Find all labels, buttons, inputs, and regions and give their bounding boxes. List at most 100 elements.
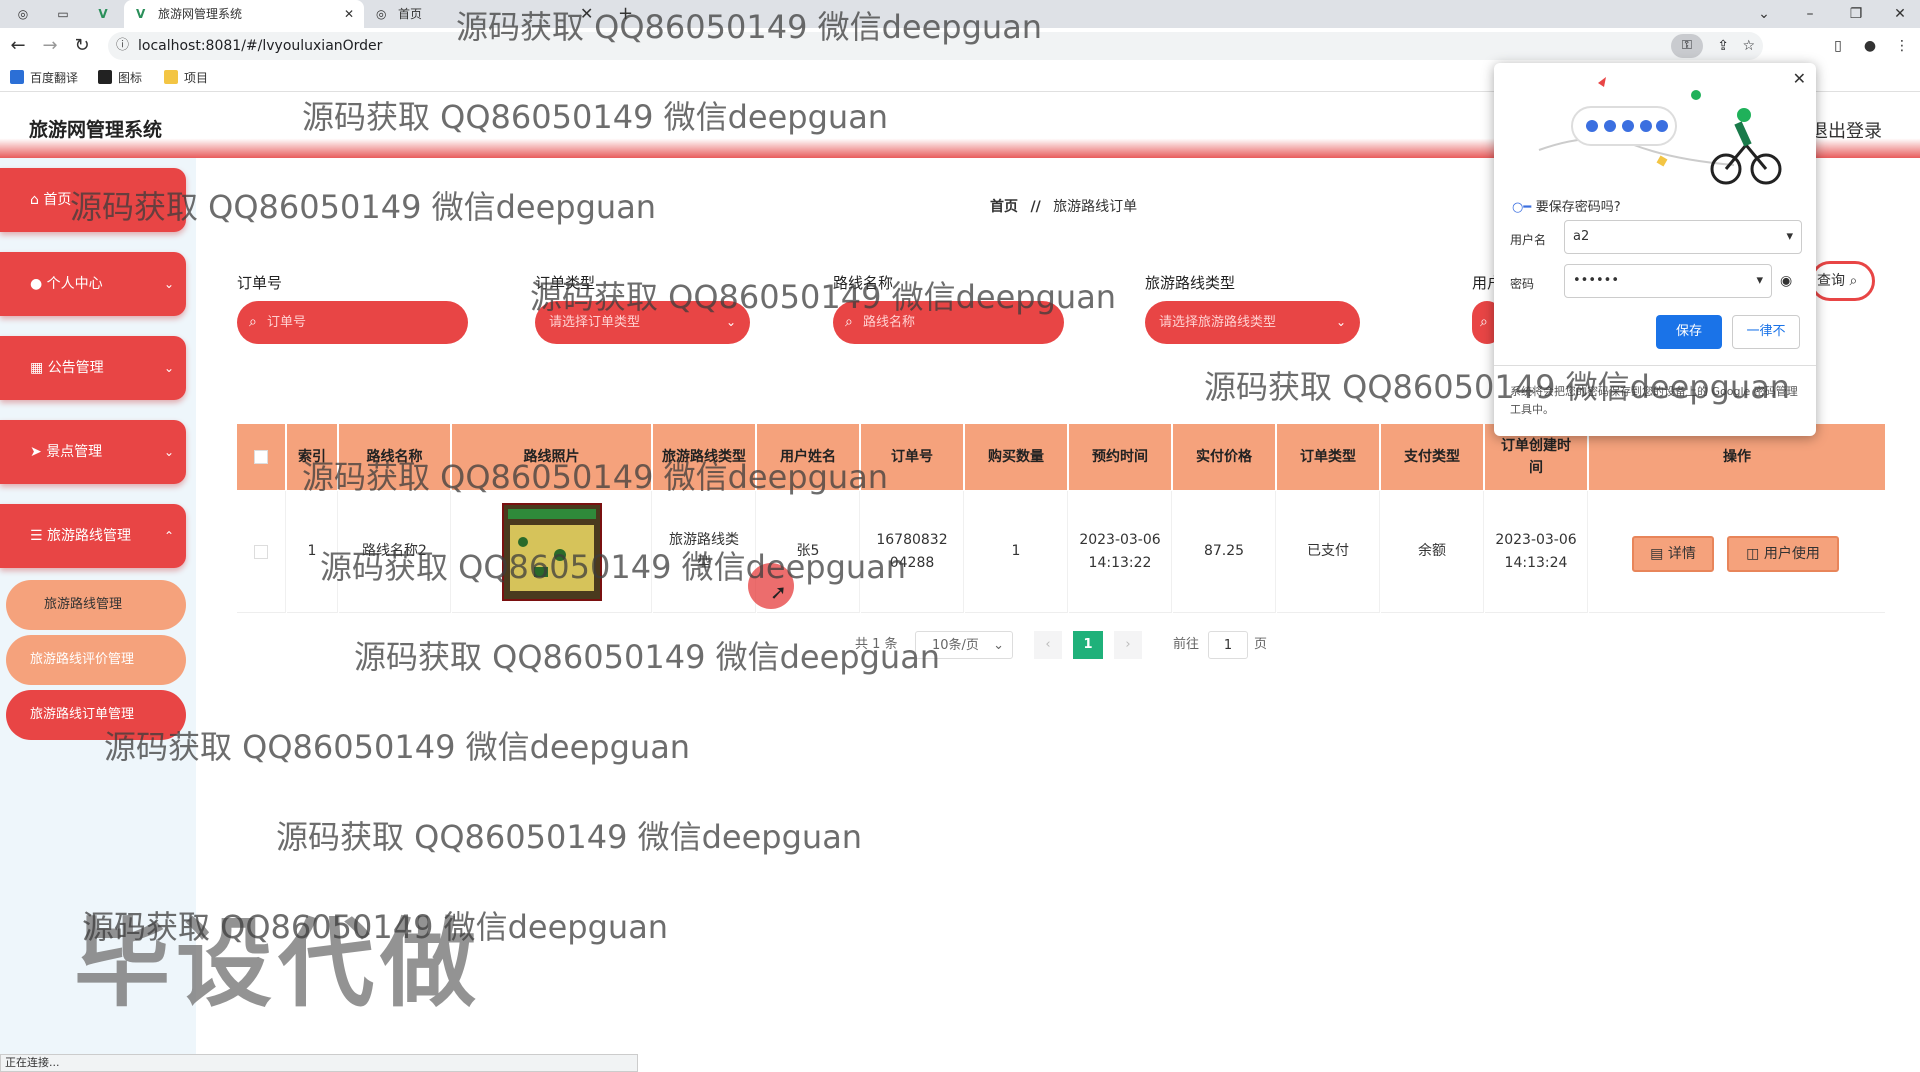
- search-icon: ⌕: [1480, 314, 1488, 330]
- watermark: 源码获取 QQ86050149 微信deepguan: [276, 818, 863, 856]
- bookmark-icons[interactable]: 图标: [98, 70, 142, 86]
- globe-favicon-icon: ◎: [376, 7, 387, 21]
- prev-page-button[interactable]: ‹: [1034, 631, 1062, 659]
- chevron-down-icon: ⌄: [993, 638, 1004, 653]
- doc-icon: ▤: [1650, 546, 1668, 562]
- chevron-down-icon: ⌄: [163, 445, 174, 459]
- back-icon[interactable]: ←: [8, 36, 28, 56]
- sidebar-item-notice[interactable]: ▦ 公告管理 ⌄: [0, 336, 186, 400]
- url-text: localhost:8081/#/lvyouluxianOrder: [138, 38, 383, 54]
- sidebar-sub-label: 旅游路线订单管理: [30, 707, 135, 722]
- save-password-button[interactable]: 保存: [1656, 315, 1722, 349]
- forward-icon[interactable]: →: [40, 36, 60, 56]
- sidebar-item-profile[interactable]: ● 个人中心 ⌄: [0, 252, 186, 316]
- watermark: 源码获取 QQ86050149 微信deepguan: [354, 638, 941, 676]
- cell-price: 87.25: [1173, 491, 1276, 613]
- page-1-button[interactable]: 1: [1073, 631, 1103, 659]
- next-page-button[interactable]: ›: [1114, 631, 1142, 659]
- close-tab-icon[interactable]: ✕: [344, 0, 354, 28]
- username-field[interactable]: a2 ▾: [1564, 220, 1802, 254]
- th-price: 实付价格: [1173, 424, 1276, 490]
- popup-title-row: ○━ 要保存密码吗?: [1512, 196, 1621, 215]
- tab-home-label: 首页: [398, 7, 423, 21]
- row-checkbox[interactable]: [237, 491, 286, 613]
- caret-down-icon: ▾: [1756, 273, 1763, 288]
- book-icon: ◫: [1746, 546, 1764, 562]
- tab-icon[interactable]: ▭: [50, 0, 76, 28]
- password-label: 密码: [1510, 277, 1535, 291]
- breadcrumb: 首页 // 旅游路线订单: [990, 196, 1137, 216]
- logout-button[interactable]: 退出登录: [1810, 117, 1882, 143]
- bookmark-project[interactable]: 项目: [164, 70, 208, 86]
- detail-button[interactable]: ▤ 详情: [1632, 536, 1714, 572]
- minimize-icon[interactable]: –: [1800, 4, 1820, 24]
- chevron-down-icon: ⌄: [163, 361, 174, 375]
- sidepanel-icon[interactable]: ▯: [1828, 36, 1848, 56]
- reload-icon[interactable]: ↻: [72, 36, 92, 56]
- watermark: 源码获取 QQ86050149 微信deepguan: [302, 98, 889, 136]
- grid-icon: ▦: [30, 360, 48, 376]
- sidebar-sub-routes[interactable]: 旅游路线管理: [6, 580, 186, 630]
- info-icon: ⓘ: [116, 38, 130, 53]
- eye-icon[interactable]: ◉: [1780, 273, 1792, 289]
- chevron-up-icon: ⌃: [163, 529, 174, 543]
- query-label: 查询: [1817, 273, 1845, 289]
- caret-down-icon: ▾: [1786, 229, 1793, 244]
- th-qty: 购买数量: [965, 424, 1068, 490]
- user-use-label: 用户使用: [1763, 546, 1820, 562]
- home-icon: ⌂: [30, 192, 44, 208]
- bookmark-translate[interactable]: 百度翻译: [10, 70, 78, 86]
- star-icon[interactable]: ☆: [1742, 32, 1755, 60]
- th-order-type: 订单类型: [1277, 424, 1380, 490]
- list-icon: ☰: [30, 528, 48, 544]
- watermark: 源码获取 QQ86050149 微信deepguan: [456, 8, 1043, 46]
- bookmark-label: 图标: [118, 71, 143, 85]
- goto-label: 前往: [1173, 637, 1200, 652]
- breadcrumb-separator: //: [1030, 199, 1041, 215]
- sidebar-sub-reviews[interactable]: 旅游路线评价管理: [6, 635, 186, 685]
- search-icon: ⌕: [1849, 273, 1858, 289]
- sidebar-item-routes[interactable]: ☰ 旅游路线管理 ⌃: [0, 504, 186, 568]
- folder-icon: [164, 70, 178, 84]
- send-icon: ➤: [30, 444, 47, 460]
- sidebar-item-label: 公告管理: [47, 360, 104, 376]
- tab-search-icon[interactable]: ⌄: [1754, 4, 1774, 24]
- app-title: 旅游网管理系统: [29, 119, 163, 141]
- sidebar-item-label: 景点管理: [46, 444, 103, 460]
- sidebar-item-label: 旅游路线管理: [47, 528, 132, 544]
- globe-icon[interactable]: ◎: [10, 0, 36, 28]
- sidebar-sub-label: 旅游路线管理: [44, 597, 123, 612]
- close-popup-icon[interactable]: ✕: [1793, 69, 1806, 88]
- goto-page-input[interactable]: 1: [1208, 631, 1248, 659]
- never-save-button[interactable]: 一律不: [1732, 315, 1800, 349]
- breadcrumb-home[interactable]: 首页: [990, 199, 1018, 215]
- password-value: ••••••: [1573, 273, 1620, 288]
- bookmark-label: 百度翻译: [30, 71, 79, 85]
- query-button[interactable]: 查询 ⌕: [1810, 261, 1875, 301]
- select-all-checkbox[interactable]: [237, 424, 286, 490]
- vue-icon[interactable]: V: [90, 0, 116, 28]
- route-type-select[interactable]: 请选择旅游路线类型 ⌄: [1145, 301, 1360, 344]
- watermark: 源码获取 QQ86050149 微信deepguan: [302, 458, 889, 496]
- share-icon[interactable]: ⇪: [1717, 32, 1729, 60]
- cell-order-type: 已支付: [1277, 491, 1380, 613]
- username-value: a2: [1573, 229, 1590, 244]
- browser-status-bar: 正在连接...: [0, 1054, 638, 1072]
- placeholder: 订单号: [267, 315, 307, 330]
- close-window-icon[interactable]: ✕: [1890, 4, 1910, 24]
- password-field[interactable]: •••••• ▾: [1564, 264, 1772, 298]
- key-icon[interactable]: ⚿: [1671, 34, 1703, 58]
- tab-admin[interactable]: V 旅游网管理系统 ✕: [124, 0, 364, 28]
- order-no-input[interactable]: ⌕ 订单号: [237, 301, 468, 344]
- username-label: 用户名: [1510, 233, 1547, 247]
- watermark: 源码获取 QQ86050149 微信deepguan: [530, 278, 1117, 316]
- menu-icon[interactable]: ⋮: [1892, 36, 1912, 56]
- user-use-button[interactable]: ◫ 用户使用: [1727, 536, 1839, 572]
- restore-icon[interactable]: ❐: [1846, 4, 1866, 24]
- cell-reserve-time: 2023-03-06 14:13:22: [1069, 491, 1172, 613]
- translate-icon: [10, 70, 24, 84]
- cell-pay-type: 余额: [1381, 491, 1484, 613]
- sidebar-item-label: 首页: [43, 192, 72, 208]
- sidebar-item-spots[interactable]: ➤ 景点管理 ⌄: [0, 420, 186, 484]
- profile-icon[interactable]: ●: [1860, 36, 1880, 56]
